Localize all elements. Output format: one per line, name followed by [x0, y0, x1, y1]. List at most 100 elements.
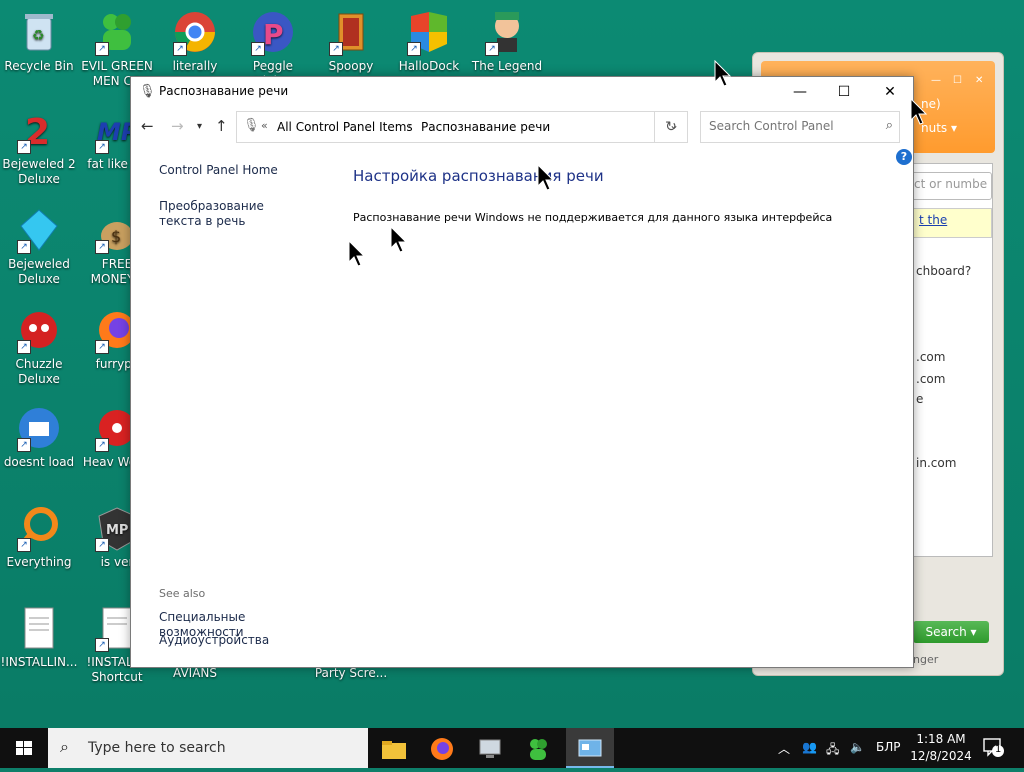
volume-icon[interactable]: 🔈 [850, 740, 865, 754]
desktop-icon-party-screen[interactable]: Party Scre... [312, 666, 390, 681]
maximize-button[interactable]: ☐ [821, 77, 867, 107]
clock-date: 12/8/2024 [910, 749, 972, 763]
taskbar-firefox[interactable] [418, 728, 466, 768]
window-title: Распознавание речи [159, 84, 289, 98]
audio-devices-link[interactable]: Аудиоустройства [159, 633, 309, 648]
windows-logo-icon [16, 741, 32, 755]
close-button[interactable]: ✕ [867, 77, 913, 107]
desktop-icon-the-legend[interactable]: ↗ The Legend [468, 8, 546, 74]
help-icon[interactable]: ? [896, 149, 912, 165]
desktop-icon-chuzzle[interactable]: ↗ Chuzzle Deluxe [0, 306, 78, 387]
character-icon: ↗ [483, 8, 531, 56]
gem-icon: ↗ [15, 206, 63, 254]
svg-text:♻: ♻ [32, 28, 45, 44]
computer-icon [479, 739, 501, 758]
green-men-icon: ↗ [93, 8, 141, 56]
windows-shield-icon: ↗ [405, 8, 453, 56]
desktop-icon-bejeweled[interactable]: ↗ Bejeweled Deluxe [0, 206, 78, 287]
unsupported-language-message: Распознавание речи Windows не поддержива… [353, 211, 833, 224]
back-arrow-icon[interactable]: ← [141, 117, 154, 135]
bg-note-link[interactable]: t the [919, 213, 947, 227]
refresh-icon: ↻ [665, 119, 677, 135]
people-tray-icon[interactable]: 👥 [802, 740, 817, 754]
bg-minimize-icon[interactable]: — [931, 75, 941, 86]
taskbar-file-explorer[interactable] [370, 728, 418, 768]
search-input[interactable] [707, 118, 871, 134]
show-hidden-icons-chevron-icon[interactable]: ︿ [778, 740, 790, 757]
breadcrumb-overflow-icon[interactable]: « [261, 119, 268, 132]
desktop-icon-recycle-bin[interactable]: ♻ Recycle Bin [0, 8, 78, 74]
bg-question-text: chboard? [916, 264, 972, 278]
recycle-bin-icon: ♻ [15, 8, 63, 56]
left-pane: Control Panel Home Преобразование текста… [131, 157, 331, 657]
address-bar-row: ← → ▾ ↑ 🎙 « All Control Panel Items › Ра… [131, 107, 913, 147]
desktop-icon-avians[interactable]: AVIANS [156, 666, 234, 681]
svg-text:$: $ [111, 227, 121, 246]
desktop-icon-bejeweled2[interactable]: 2 ↗ Bejeweled 2 Deluxe [0, 106, 78, 187]
up-arrow-icon[interactable]: ↑ [215, 117, 228, 135]
chuzzle-icon: ↗ [15, 306, 63, 354]
bg-line: .com [916, 372, 946, 386]
bg-line: in.com [916, 456, 957, 470]
refresh-button[interactable]: ↻ [654, 111, 688, 143]
bg-line: e [916, 392, 924, 406]
clock-time: 1:18 AM [916, 732, 966, 746]
start-button[interactable] [0, 728, 48, 768]
forward-arrow-icon[interactable]: → [171, 117, 184, 135]
control-panel-home-link[interactable]: Control Panel Home [159, 163, 309, 178]
folder-icon [382, 740, 406, 759]
microphone-icon: 🎙 [139, 84, 156, 99]
text-to-speech-link[interactable]: Преобразование текста в речь [159, 199, 309, 229]
thunderbird-icon: ↗ [15, 404, 63, 452]
bg-line: .com [916, 350, 946, 364]
input-language-indicator[interactable]: БЛР [876, 740, 901, 754]
minimize-button[interactable]: — [777, 77, 823, 107]
bejeweled2-icon: 2 ↗ [15, 106, 63, 154]
page-title: Настройка распознавания речи [353, 167, 604, 185]
desktop-icon-hallodock[interactable]: ↗ HalloDock [390, 8, 468, 74]
bg-maximize-icon[interactable]: ☐ [953, 75, 962, 86]
taskbar-app-4[interactable] [514, 728, 562, 768]
desktop-icon-doesnt-load[interactable]: ↗ doesnt load [0, 404, 78, 470]
taskbar-app-3[interactable] [466, 728, 514, 768]
microphone-icon: 🎙 [243, 118, 260, 133]
firefox-icon [431, 737, 453, 760]
taskbar-control-panel[interactable] [566, 728, 614, 768]
notification-count-badge: 1 [995, 744, 1002, 755]
bg-close-icon[interactable]: ✕ [975, 75, 983, 86]
control-panel-window[interactable]: 🎙 Распознавание речи — ☐ ✕ ← → ▾ ↑ 🎙 « A… [130, 76, 914, 668]
peggle-icon: P ↗ [249, 8, 297, 56]
breadcrumb-current[interactable]: Распознавание речи [421, 120, 550, 134]
taskbar: ⌕ Type here to search ︿ 👥 🖧 🔈 БЛР 1:18 A… [0, 728, 1024, 768]
bg-search-placeholder: ct or numbe [914, 177, 988, 191]
desktop: ♻ Recycle Bin 2 ↗ Bejeweled 2 Deluxe ↗ B… [0, 0, 1024, 728]
action-center-button[interactable]: 1 [982, 736, 1004, 758]
bg-footer-text: nger [913, 653, 939, 666]
search-icon[interactable]: ⌕ [886, 118, 893, 133]
control-panel-icon [578, 739, 602, 756]
desktop-icon-literally[interactable]: ↗ literally [156, 8, 234, 74]
search-control-panel-field[interactable]: ⌕ [700, 111, 900, 143]
green-men-icon [530, 738, 547, 760]
breadcrumb-all-items[interactable]: All Control Panel Items [277, 120, 413, 134]
network-icon[interactable]: 🖧 [826, 740, 839, 761]
chrome-icon: ↗ [171, 8, 219, 56]
see-also-heading: See also [159, 587, 206, 600]
system-clock[interactable]: 1:18 AM 12/8/2024 [904, 731, 978, 765]
taskbar-search-placeholder: Type here to search [88, 740, 226, 756]
taskbar-search[interactable]: ⌕ Type here to search [48, 728, 368, 768]
text-file-icon [15, 604, 63, 652]
desktop-icon-spoopy[interactable]: ↗ Spoopy [312, 8, 390, 74]
recent-locations-chevron-icon[interactable]: ▾ [197, 121, 202, 132]
address-box[interactable]: 🎙 « All Control Panel Items › Распознава… [236, 111, 688, 143]
bg-search-button[interactable]: Search ▾ [913, 621, 989, 643]
breadcrumb-separator-icon[interactable]: › [407, 119, 411, 132]
svg-text:MP: MP [106, 523, 128, 538]
title-bar[interactable]: 🎙 Распознавание речи — ☐ ✕ [131, 77, 913, 107]
svg-text:P: P [263, 18, 284, 51]
desktop-icon-installing[interactable]: !INSTALLIN... [0, 604, 78, 670]
search-icon: ⌕ [60, 737, 69, 756]
magnifier-icon: ↗ [15, 504, 63, 552]
book-icon: ↗ [327, 8, 375, 56]
desktop-icon-everything[interactable]: ↗ Everything [0, 504, 78, 570]
